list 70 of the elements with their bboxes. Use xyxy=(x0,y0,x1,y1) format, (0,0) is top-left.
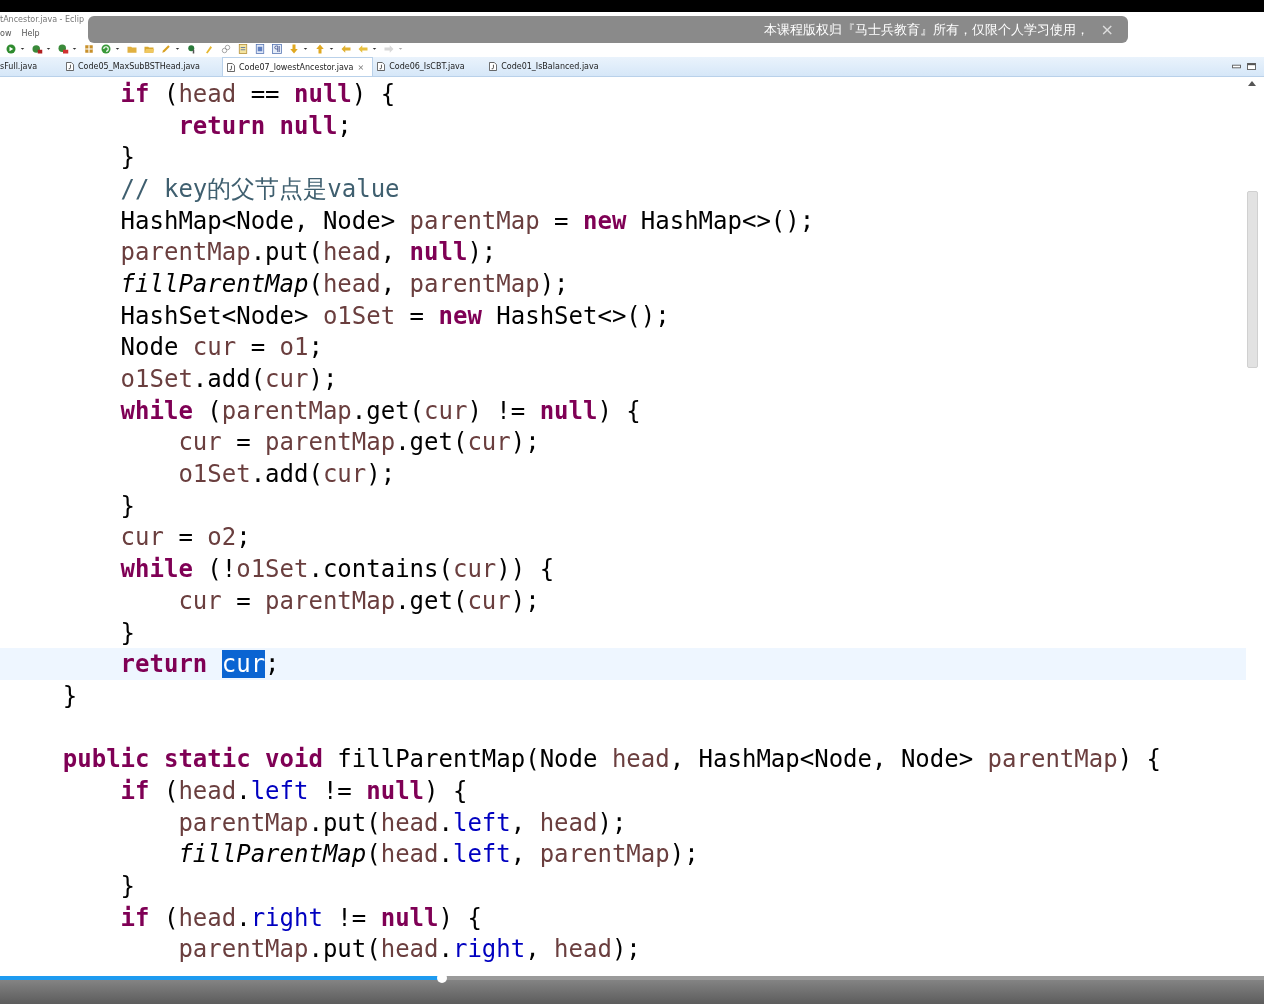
grid-icon[interactable] xyxy=(83,42,95,55)
editor-tab[interactable]: Code01_IsBalanced.java xyxy=(485,57,607,76)
close-button[interactable]: ⨯ xyxy=(357,62,365,72)
caret-icon[interactable] xyxy=(114,45,121,52)
code-line: HashSet<Node> o1Set = new HashSet<>(); xyxy=(120,301,670,330)
code-line: return null; xyxy=(178,111,352,140)
slider-thumb[interactable] xyxy=(437,973,448,983)
code-line: fillParentMap(head, parentMap); xyxy=(120,269,569,298)
editor-tab[interactable]: sFull.java xyxy=(0,57,58,76)
code-line: o1Set.add(cur); xyxy=(120,365,338,394)
code-line: while (!o1Set.contains(cur)) { xyxy=(120,555,555,584)
caret-icon[interactable] xyxy=(174,45,181,52)
code-line: // key的父节点是value xyxy=(120,173,400,205)
caret-icon[interactable] xyxy=(328,45,335,52)
code-line: if (head == null) { xyxy=(120,79,396,108)
chain-icon[interactable] xyxy=(220,42,232,55)
code-line: } xyxy=(120,872,136,901)
code-line: parentMap.put(head, null); xyxy=(120,238,497,267)
code-line: } xyxy=(120,618,136,647)
bug-icon[interactable] xyxy=(57,42,69,55)
tab-label: Code01_IsBalanced.java xyxy=(501,62,599,71)
scroll-up-icon[interactable] xyxy=(1248,81,1256,86)
editor-tab[interactable]: Code05_MaxSubBSTHead.java xyxy=(58,57,222,76)
bug-icon[interactable] xyxy=(31,42,43,55)
code-line: o1Set.add(cur); xyxy=(178,460,396,489)
code-line: cur = parentMap.get(cur); xyxy=(178,586,540,615)
tab-label: Code05_MaxSubBSTHead.java xyxy=(78,62,200,71)
editor-tab[interactable]: Code06_IsCBT.java xyxy=(373,57,486,76)
code-line: Node cur = o1; xyxy=(120,333,323,362)
code-line: if (head.right != null) { xyxy=(120,903,482,932)
code-line: } xyxy=(62,681,78,710)
code-line: } xyxy=(120,491,136,520)
tab-label: Code06_IsCBT.java xyxy=(389,62,465,71)
code-line: parentMap.put(head.left, head); xyxy=(178,808,627,837)
tab-label: Code07_lowestAncestor.java xyxy=(239,62,354,72)
code-line: } xyxy=(120,143,136,172)
code-line: parentMap.put(head.right, head); xyxy=(178,935,641,964)
arrow-up-icon[interactable] xyxy=(314,42,326,55)
code-line: HashMap<Node, Node> parentMap = new HashMap<>(); xyxy=(120,206,815,235)
code-line: if (head.left != null) { xyxy=(120,776,468,805)
tab-label: sFull.java xyxy=(0,62,38,71)
code-line: public static void fillParentMap(Node head, HashMap<Node, Node> parentMap) { xyxy=(62,745,1161,774)
java-file-icon xyxy=(489,62,498,71)
refresh-icon[interactable] xyxy=(100,42,112,55)
code-line: return cur; xyxy=(120,650,280,679)
editor-tab[interactable]: Code07_lowestAncestor.java ⨯ xyxy=(222,57,374,76)
java-file-icon xyxy=(377,62,386,71)
notice-text: 本课程版权归『马士兵教育』所有，仅限个人学习使用， xyxy=(763,20,1089,39)
caret-icon[interactable] xyxy=(45,45,52,52)
java-file-icon xyxy=(66,62,74,71)
play-icon[interactable] xyxy=(5,42,17,55)
code-line: while (parentMap.get(cur) != null) { xyxy=(120,396,641,425)
document-icon[interactable] xyxy=(237,42,249,55)
caret-icon[interactable] xyxy=(71,45,78,52)
minimize-icon[interactable] xyxy=(1232,63,1241,70)
pencil-icon[interactable] xyxy=(160,42,172,55)
menu-item[interactable]: Help xyxy=(21,28,40,38)
caret-icon[interactable] xyxy=(302,45,309,52)
arrow-down-icon[interactable] xyxy=(288,42,300,55)
code-line: cur = parentMap.get(cur); xyxy=(178,428,540,457)
menu-item[interactable]: ow xyxy=(0,28,12,38)
document-icon[interactable] xyxy=(254,42,266,55)
maximize-icon[interactable] xyxy=(1247,63,1256,70)
caret-icon[interactable] xyxy=(19,45,26,52)
pilcrow-icon[interactable] xyxy=(271,42,283,55)
java-file-icon xyxy=(227,62,235,72)
code-line: fillParentMap(head.left, parentMap); xyxy=(178,840,699,869)
code-line: cur = o2; xyxy=(120,523,251,552)
caret-icon[interactable] xyxy=(371,45,378,52)
window-title: tAncestor.java - Eclip xyxy=(0,14,84,24)
